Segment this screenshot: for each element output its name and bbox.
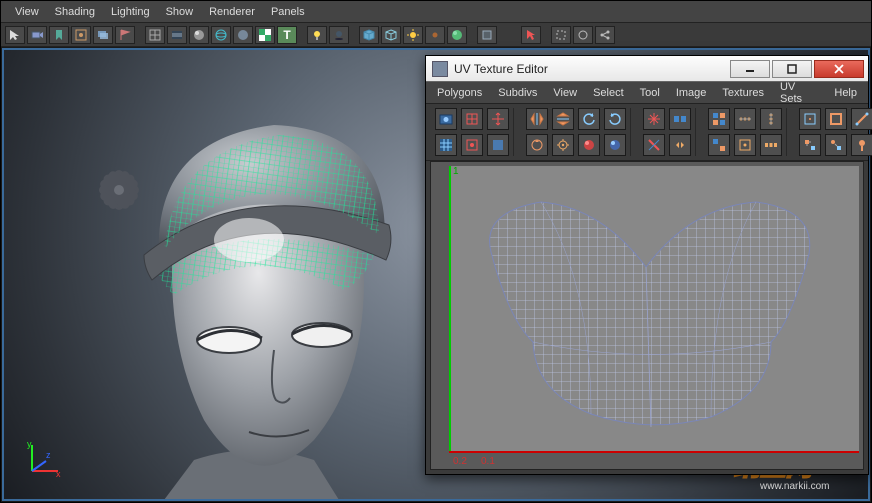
- uv-tick-u-left: 0.2: [453, 456, 467, 467]
- axis-y-label: y: [27, 439, 32, 449]
- uv-tool-isolate-icon[interactable]: [461, 134, 483, 156]
- uv-tool-lattice-icon[interactable]: [461, 108, 483, 130]
- window-close-button[interactable]: [814, 60, 864, 78]
- tool-sun-icon[interactable]: [403, 26, 423, 44]
- main-menu-bar: View Shading Lighting Show Renderer Pane…: [1, 1, 871, 23]
- tool-dot-icon[interactable]: [425, 26, 445, 44]
- uv-menu-view[interactable]: View: [546, 85, 584, 101]
- uv-tool-convert-icon[interactable]: [825, 134, 847, 156]
- tool-cube-wire-icon[interactable]: [381, 26, 401, 44]
- main-toolbar: T: [1, 23, 871, 47]
- menu-renderer[interactable]: Renderer: [201, 4, 263, 20]
- menu-shading[interactable]: Shading: [47, 4, 103, 20]
- axis-x-label: x: [56, 469, 61, 479]
- uv-tool-shade-icon[interactable]: [487, 134, 509, 156]
- uv-editor-toolbar: [426, 104, 868, 161]
- tool-select-icon[interactable]: [5, 26, 25, 44]
- uv-tool-cycle-icon[interactable]: [526, 134, 548, 156]
- axis-gizmo: y x z: [24, 439, 64, 479]
- tool-layer-icon[interactable]: [93, 26, 113, 44]
- menu-panels[interactable]: Panels: [263, 4, 313, 20]
- tool-film-icon[interactable]: [167, 26, 187, 44]
- uv-tool-rotate-cw-icon[interactable]: [604, 108, 626, 130]
- tool-sphere-green-icon[interactable]: [447, 26, 467, 44]
- tool-shadow-icon[interactable]: [329, 26, 349, 44]
- uv-tool-sphere-blue-icon[interactable]: [604, 134, 626, 156]
- uv-tool-select-border-icon[interactable]: [825, 108, 847, 130]
- uv-tool-expand-icon[interactable]: [643, 108, 665, 130]
- uv-menu-uvsets[interactable]: UV Sets: [773, 79, 825, 107]
- tool-sphere-shaded-icon[interactable]: [189, 26, 209, 44]
- uv-tool-align-u-icon[interactable]: [734, 108, 756, 130]
- tool-share-icon[interactable]: [595, 26, 615, 44]
- uv-tool-sew-icon[interactable]: [669, 134, 691, 156]
- uv-tool-layout-icon[interactable]: [708, 108, 730, 130]
- uv-editor-title: UV Texture Editor: [454, 62, 728, 76]
- uv-tool-grid-icon[interactable]: [435, 134, 457, 156]
- tool-camera-icon[interactable]: [27, 26, 47, 44]
- tool-sphere-solid-icon[interactable]: [233, 26, 253, 44]
- tool-sphere-wire-icon[interactable]: [211, 26, 231, 44]
- uv-menu-image[interactable]: Image: [669, 85, 714, 101]
- uv-tool-rotate-ccw-icon[interactable]: [578, 108, 600, 130]
- tool-cube-icon[interactable]: [359, 26, 379, 44]
- tool-flag-icon[interactable]: [115, 26, 135, 44]
- uv-tool-flip-v-icon[interactable]: [552, 108, 574, 130]
- tool-cursor-icon[interactable]: [521, 26, 541, 44]
- uv-tool-layout2-icon[interactable]: [708, 134, 730, 156]
- uv-tool-distribute-icon[interactable]: [760, 134, 782, 156]
- window-maximize-button[interactable]: [772, 60, 812, 78]
- uv-menu-textures[interactable]: Textures: [715, 85, 771, 101]
- tool-xray-icon[interactable]: [477, 26, 497, 44]
- uv-tick-v1: 1: [453, 166, 459, 177]
- uv-menu-subdivs[interactable]: Subdivs: [491, 85, 544, 101]
- uv-menu-help[interactable]: Help: [827, 85, 864, 101]
- uv-tool-cut-icon[interactable]: [643, 134, 665, 156]
- uv-editor-app-icon: [432, 61, 448, 77]
- menu-view[interactable]: View: [7, 4, 47, 20]
- uv-menu-select[interactable]: Select: [586, 85, 631, 101]
- window-minimize-button[interactable]: [730, 60, 770, 78]
- model-head: [64, 80, 444, 501]
- uv-tool-center-icon[interactable]: [552, 134, 574, 156]
- menu-lighting[interactable]: Lighting: [103, 4, 158, 20]
- tool-bookmark-icon[interactable]: [49, 26, 69, 44]
- uv-shell: [471, 192, 831, 432]
- uv-tool-flip-u-icon[interactable]: [526, 108, 548, 130]
- uv-axis-v: [449, 166, 451, 453]
- uv-canvas[interactable]: 1 0.2 0.1: [430, 161, 864, 470]
- menu-show[interactable]: Show: [158, 4, 202, 20]
- tool-text-icon[interactable]: T: [277, 26, 297, 44]
- uv-tick-u-right: 0.1: [481, 456, 495, 467]
- uv-tool-grid-snap-icon[interactable]: [734, 134, 756, 156]
- uv-menu-tool[interactable]: Tool: [633, 85, 667, 101]
- uv-menu-polygons[interactable]: Polygons: [430, 85, 489, 101]
- watermark-bottom-url: www.narkii.com: [759, 481, 829, 492]
- tool-light-icon[interactable]: [307, 26, 327, 44]
- uv-axis-u: [449, 451, 859, 453]
- uv-tool-toggle-icon[interactable]: [799, 134, 821, 156]
- tool-checker-icon[interactable]: [255, 26, 275, 44]
- axis-z-label: z: [46, 450, 51, 460]
- tool-circle-select-icon[interactable]: [573, 26, 593, 44]
- uv-tool-select-edge-icon[interactable]: [851, 108, 872, 130]
- uv-editor-menu: Polygons Subdivs View Select Tool Image …: [426, 82, 868, 104]
- uv-tool-move-icon[interactable]: [487, 108, 509, 130]
- uv-tool-select-shell-icon[interactable]: [799, 108, 821, 130]
- tool-render-icon[interactable]: [71, 26, 91, 44]
- tool-box-select-icon[interactable]: [551, 26, 571, 44]
- uv-tool-sphere-red-icon[interactable]: [578, 134, 600, 156]
- uv-tool-pin-icon[interactable]: [851, 134, 872, 156]
- uv-tool-snapshot-icon[interactable]: [435, 108, 457, 130]
- uv-editor-window[interactable]: UV Texture Editor Polygons Subdivs View …: [425, 55, 869, 475]
- tool-grid-icon[interactable]: [145, 26, 165, 44]
- uv-tool-unfold-icon[interactable]: [669, 108, 691, 130]
- uv-tool-align-v-icon[interactable]: [760, 108, 782, 130]
